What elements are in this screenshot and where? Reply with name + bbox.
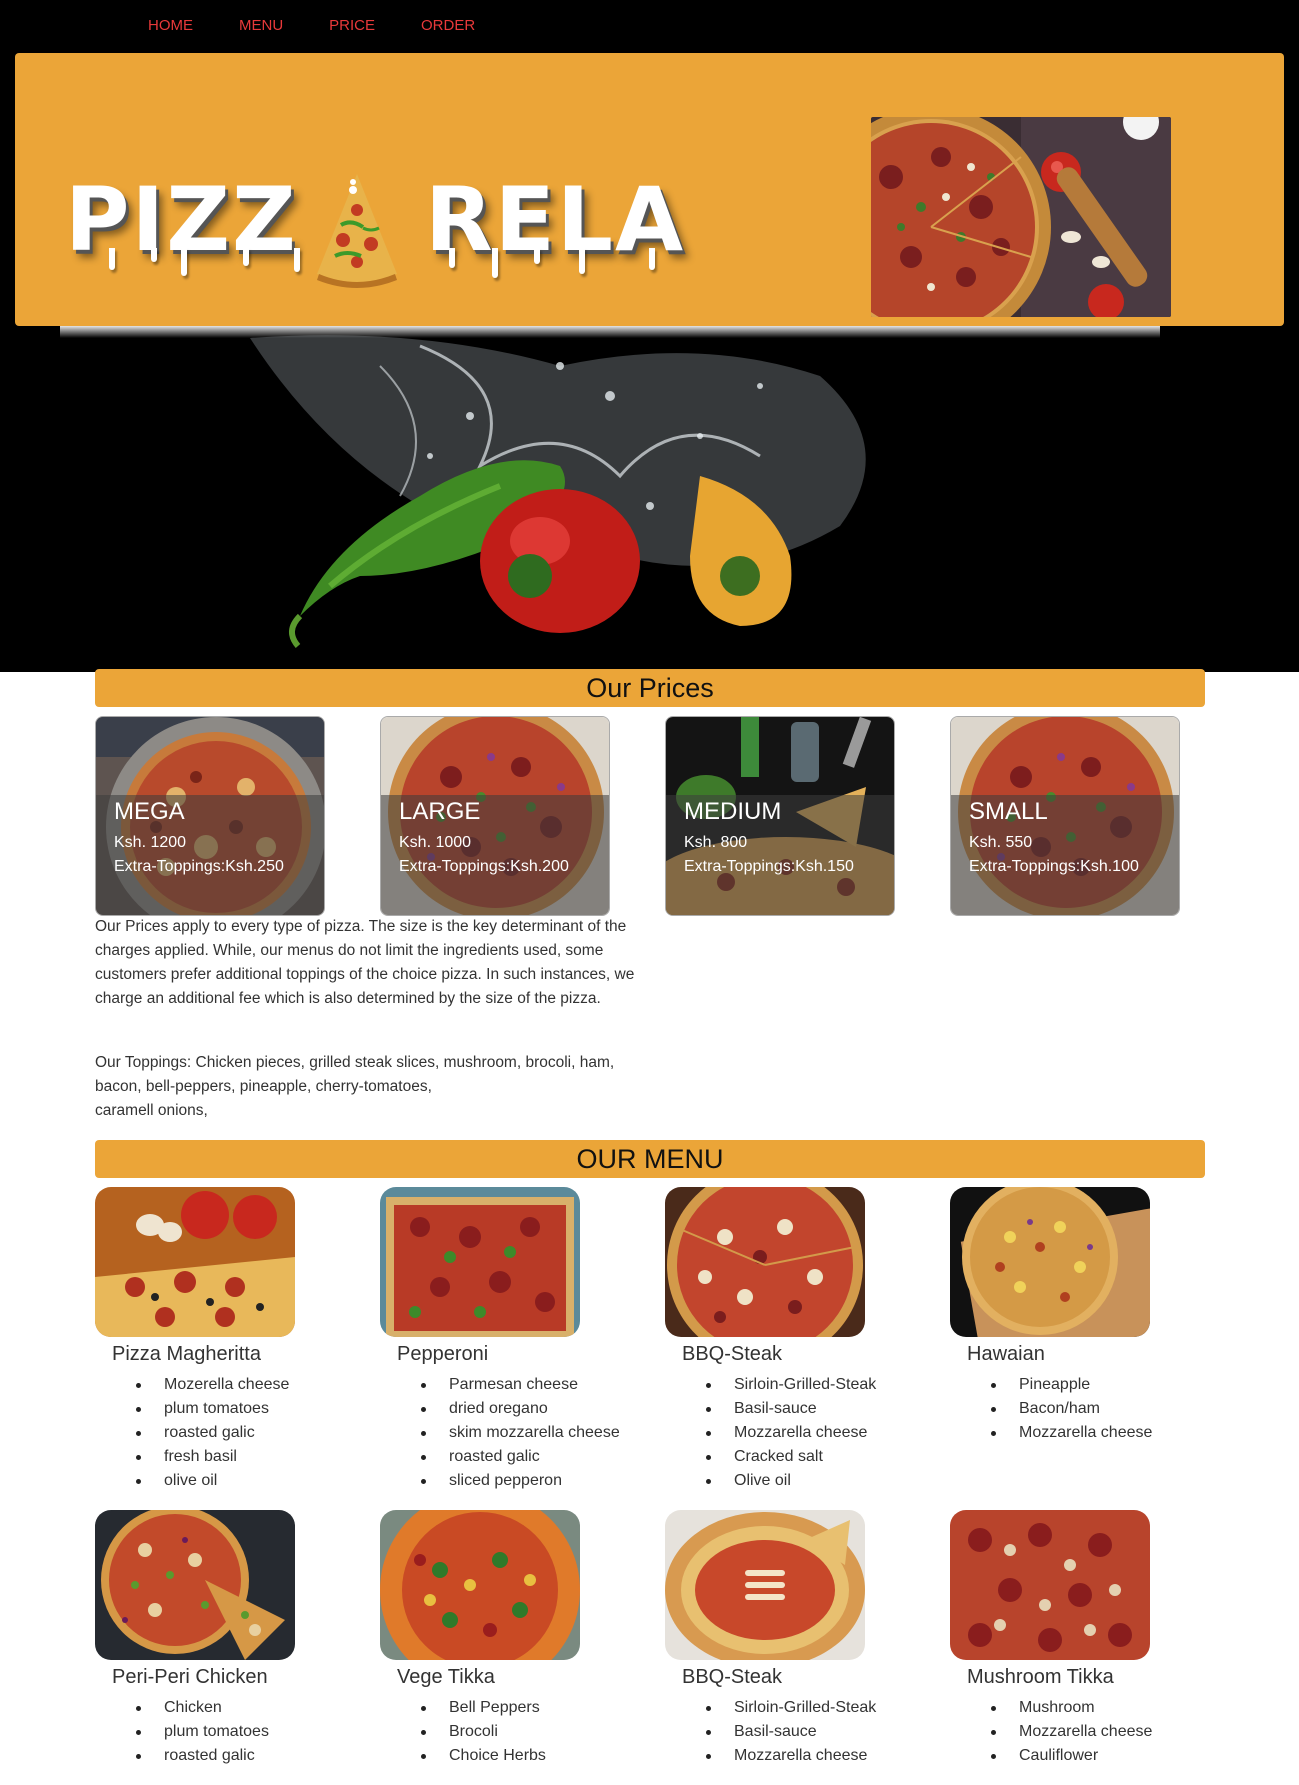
menu-item-title: Pepperoni: [397, 1343, 489, 1365]
price-size-name: MEGA: [114, 798, 185, 825]
ingredient-item: Cracked salt: [682, 1445, 876, 1469]
nav-price-link[interactable]: PRICE: [329, 16, 375, 36]
toppings-line-1: Our Toppings: Chicken pieces, grilled st…: [95, 1054, 615, 1095]
menu-item-image[interactable]: [665, 1510, 865, 1660]
ingredient-item: sliced pepperon: [397, 1469, 620, 1493]
ingredient-item: Mozzarella cheese: [682, 1421, 876, 1445]
menu-item-ingredients: Parmesan cheese dried oregano skim mozza…: [397, 1373, 620, 1493]
menu-item-image[interactable]: [95, 1187, 295, 1337]
pizza-slice-icon: [317, 174, 397, 288]
price-card-small[interactable]: SMALL Ksh. 550 Extra-Toppings:Ksh.100: [950, 716, 1180, 916]
price-amount: Ksh. 1200: [114, 834, 187, 851]
menu-item-image[interactable]: [950, 1187, 1150, 1337]
toppings-list-text: Our Toppings: Chicken pieces, grilled st…: [95, 1051, 640, 1123]
ingredient-item: Pineapple: [967, 1373, 1152, 1397]
price-amount: Ksh. 1000: [399, 834, 472, 851]
menu-item-ingredients: Sirloin-Grilled-Steak Basil-sauce Mozzar…: [682, 1696, 876, 1768]
header-banner: PIZZ RELA: [15, 53, 1284, 326]
price-extra-toppings: Extra-Toppings:Ksh.200: [399, 858, 569, 875]
menu-item-title: Hawaian: [967, 1343, 1045, 1365]
ingredient-item: fresh basil: [112, 1445, 289, 1469]
menu-item-title: BBQ-Steak: [682, 1666, 783, 1688]
price-extra-toppings: Extra-Toppings:Ksh.100: [969, 858, 1139, 875]
menu-heading: OUR MENU: [576, 1144, 724, 1174]
ingredient-item: Choice Herbs: [397, 1744, 546, 1768]
ingredient-item: Brocoli: [397, 1720, 546, 1744]
price-size-name: LARGE: [399, 798, 481, 825]
price-amount: Ksh. 800: [684, 834, 748, 851]
menu-item-image[interactable]: [95, 1510, 295, 1660]
ingredient-item: roasted galic: [397, 1445, 620, 1469]
price-amount: Ksh. 550: [969, 834, 1033, 851]
menu-heading-bar: OUR MENU: [95, 1140, 1205, 1178]
ingredient-item: plum tomatoes: [112, 1397, 289, 1421]
menu-item-title: Vege Tikka: [397, 1666, 495, 1688]
ingredient-item: Basil-sauce: [682, 1720, 876, 1744]
vegetable-splash-image: [0, 326, 1299, 672]
ingredient-item: skim mozzarella cheese: [397, 1421, 620, 1445]
price-card-medium[interactable]: MEDIUM Ksh. 800 Extra-Toppings:Ksh.150: [665, 716, 895, 916]
ingredient-item: Olive oil: [682, 1469, 876, 1493]
menu-item-ingredients: Sirloin-Grilled-Steak Basil-sauce Mozzar…: [682, 1373, 876, 1493]
prices-heading: Our Prices: [586, 673, 714, 703]
ingredient-item: Mozzarella cheese: [682, 1744, 876, 1768]
top-nav: HOME MENU PRICE ORDER: [148, 16, 521, 36]
menu-item-image[interactable]: [665, 1187, 865, 1337]
menu-item-title: Peri-Peri Chicken: [112, 1666, 268, 1688]
nav-order-link[interactable]: ORDER: [421, 16, 475, 36]
menu-item-image[interactable]: [380, 1510, 580, 1660]
ingredient-item: dried oregano: [397, 1397, 620, 1421]
price-size-name: MEDIUM: [684, 798, 782, 825]
ingredient-item: Basil-sauce: [682, 1397, 876, 1421]
ingredient-item: Mozerella cheese: [112, 1373, 289, 1397]
ingredient-item: olive oil: [112, 1469, 289, 1493]
ingredient-item: Chicken: [112, 1696, 269, 1720]
ingredient-item: Bacon/ham: [967, 1397, 1152, 1421]
ingredient-item: roasted galic: [112, 1421, 289, 1445]
price-card-mega[interactable]: MEGA Ksh. 1200 Extra-Toppings:Ksh.250: [95, 716, 325, 916]
logo-text-right: RELA: [425, 168, 686, 271]
menu-item-title: BBQ-Steak: [682, 1343, 783, 1365]
nav-home-link[interactable]: HOME: [148, 16, 193, 36]
ingredient-item: Sirloin-Grilled-Steak: [682, 1373, 876, 1397]
menu-item-image[interactable]: [950, 1510, 1150, 1660]
menu-item-title: Pizza Magheritta: [112, 1343, 261, 1365]
menu-item-ingredients: Bell Peppers Brocoli Choice Herbs: [397, 1696, 546, 1768]
ingredient-item: Parmesan cheese: [397, 1373, 620, 1397]
prices-heading-bar: Our Prices: [95, 669, 1205, 707]
ingredient-item: plum tomatoes: [112, 1720, 269, 1744]
menu-item-image[interactable]: [380, 1187, 580, 1337]
ingredient-item: Sirloin-Grilled-Steak: [682, 1696, 876, 1720]
price-card-large[interactable]: LARGE Ksh. 1000 Extra-Toppings:Ksh.200: [380, 716, 610, 916]
price-size-name: SMALL: [969, 798, 1048, 825]
ingredient-item: Mushroom: [967, 1696, 1152, 1720]
ingredient-item: roasted galic: [112, 1744, 269, 1768]
ingredient-item: Cauliflower: [967, 1744, 1152, 1768]
ingredient-item: Bell Peppers: [397, 1696, 546, 1720]
price-extra-toppings: Extra-Toppings:Ksh.250: [114, 858, 284, 875]
ingredient-item: Mozzarella cheese: [967, 1421, 1152, 1445]
banner-pizza-photo: [871, 117, 1171, 317]
menu-item-ingredients: Mozerella cheese plum tomatoes roasted g…: [112, 1373, 289, 1493]
toppings-line-2: caramell onions,: [95, 1102, 208, 1119]
prices-description: Our Prices apply to every type of pizza.…: [95, 918, 635, 1007]
menu-item-ingredients: Chicken plum tomatoes roasted galic: [112, 1696, 269, 1768]
pizzarela-logo: PIZZ RELA: [51, 108, 711, 298]
menu-item-ingredients: Mushroom Mozzarella cheese Cauliflower: [967, 1696, 1152, 1768]
menu-item-title: Mushroom Tikka: [967, 1666, 1114, 1688]
nav-menu-link[interactable]: MENU: [239, 16, 283, 36]
price-extra-toppings: Extra-Toppings:Ksh.150: [684, 858, 854, 875]
menu-item-ingredients: Pineapple Bacon/ham Mozzarella cheese: [967, 1373, 1152, 1445]
ingredient-item: Mozzarella cheese: [967, 1720, 1152, 1744]
